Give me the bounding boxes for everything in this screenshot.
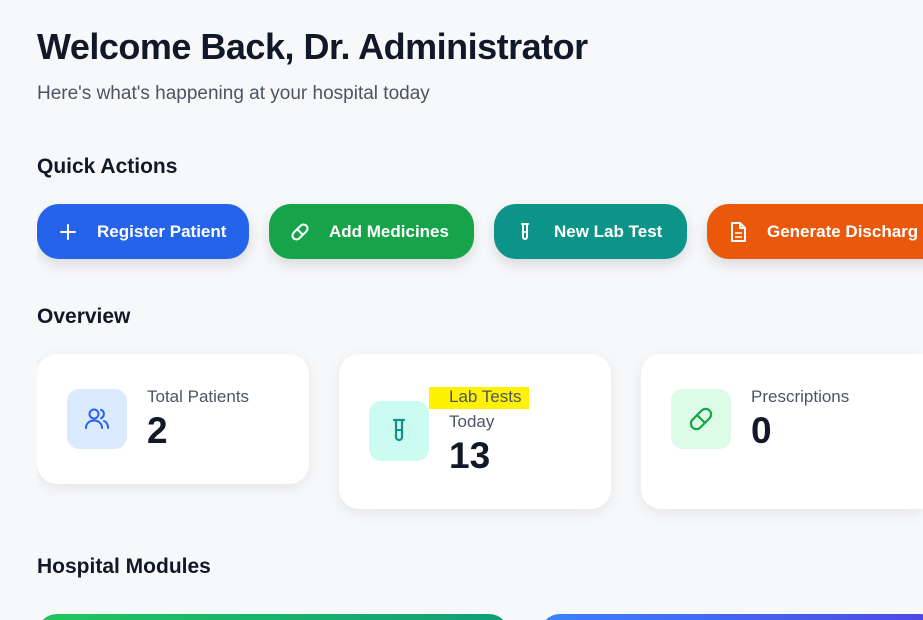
- dashboard-page: Welcome Back, Dr. Administrator Here's w…: [37, 0, 923, 620]
- total-patients-value: 2: [147, 410, 168, 451]
- lab-tests-today-value: 13: [449, 435, 491, 476]
- register-patient-button[interactable]: Register Patient: [37, 204, 249, 259]
- prescriptions-value: 0: [751, 410, 772, 451]
- pill-icon: [289, 221, 311, 243]
- page-title: Welcome Back, Dr. Administrator: [37, 26, 588, 67]
- add-medicines-label: Add Medicines: [329, 221, 449, 241]
- module-card[interactable]: [37, 614, 509, 620]
- prescriptions-label: Prescriptions: [751, 387, 850, 406]
- add-medicines-button[interactable]: Add Medicines: [269, 204, 474, 259]
- lab-tests-today-card[interactable]: Lab Tests Today 13: [339, 354, 611, 509]
- overview-heading: Overview: [37, 305, 131, 328]
- generate-discharge-label: Generate Discharg: [767, 221, 919, 241]
- test-tube-icon: [369, 401, 429, 461]
- total-patients-label: Total Patients: [147, 387, 250, 406]
- lab-tests-today-label: Lab Tests Today: [429, 384, 559, 434]
- generate-discharge-button[interactable]: Generate Discharg: [707, 204, 923, 259]
- quick-actions-row: Register Patient Add Medicines New Lab T…: [37, 204, 923, 260]
- plus-icon: [57, 221, 79, 243]
- users-icon: [67, 389, 127, 449]
- page-subtitle: Here's what's happening at your hospital…: [37, 83, 430, 104]
- test-tube-icon: [514, 221, 536, 243]
- pill-icon: [671, 389, 731, 449]
- module-card[interactable]: [540, 614, 923, 620]
- highlighted-lab-tests-label: Lab Tests: [429, 387, 530, 409]
- new-lab-test-label: New Lab Test: [554, 221, 663, 241]
- total-patients-card[interactable]: Total Patients 2: [37, 354, 309, 484]
- document-icon: [727, 221, 749, 243]
- hospital-modules-heading: Hospital Modules: [37, 555, 211, 578]
- register-patient-label: Register Patient: [97, 221, 227, 241]
- lab-tests-today-sublabel: Today: [449, 412, 495, 431]
- new-lab-test-button[interactable]: New Lab Test: [494, 204, 687, 259]
- quick-actions-heading: Quick Actions: [37, 155, 178, 178]
- prescriptions-card[interactable]: Prescriptions 0: [641, 354, 923, 509]
